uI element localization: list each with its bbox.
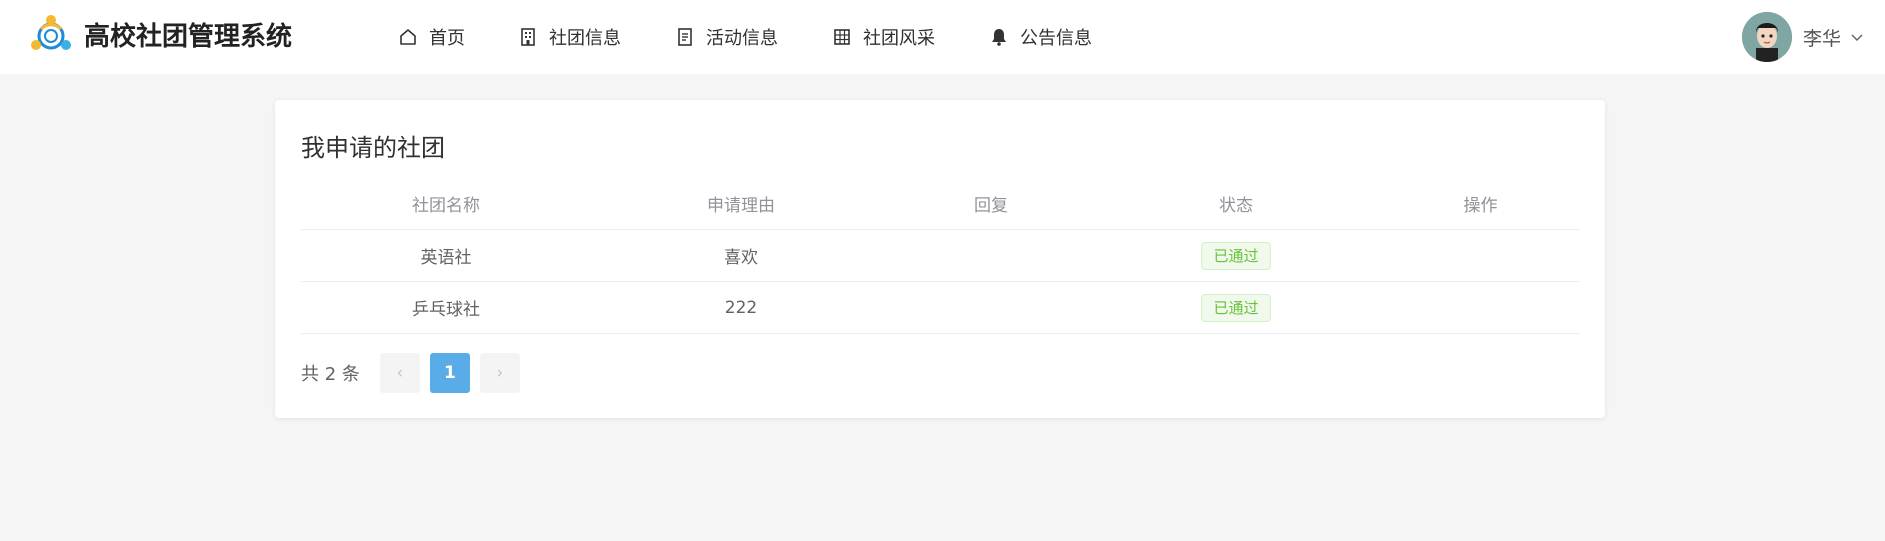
apply-reason: 222 <box>724 297 758 318</box>
club-name: 乒乓球社 <box>412 300 480 320</box>
nav-label-activities: 活动信息 <box>706 28 778 49</box>
applications-card: 我申请的社团 社团名称 申请理由 回复 状态 操作 英语社 喜欢 已通过 乒乓球… <box>275 100 1605 418</box>
nav-item-home[interactable]: 首页 <box>398 0 518 74</box>
table-header: 社团名称 申请理由 回复 状态 操作 <box>301 178 1580 230</box>
column-header: 社团名称 <box>412 196 480 216</box>
status-cell: 已通过 <box>1091 241 1381 270</box>
nav-label-gallery: 社团风采 <box>863 28 935 49</box>
column-header: 申请理由 <box>707 196 775 216</box>
grid-icon <box>832 27 852 47</box>
status-cell: 已通过 <box>1091 293 1381 322</box>
top-navbar: 高校社团管理系统 首页 社团信息 活动信息 社团风采 公告信息 李华 <box>0 0 1885 74</box>
bell-icon <box>989 27 1009 47</box>
home-icon <box>398 27 418 47</box>
main-nav: 首页 社团信息 活动信息 社团风采 公告信息 <box>398 0 1146 74</box>
applications-table: 社团名称 申请理由 回复 状态 操作 英语社 喜欢 已通过 乒乓球社 222 已… <box>301 178 1580 334</box>
nav-item-activities[interactable]: 活动信息 <box>675 0 832 74</box>
page-1-button[interactable]: 1 <box>429 353 470 393</box>
next-page-button[interactable]: › <box>479 353 520 393</box>
club-name: 英语社 <box>420 248 472 268</box>
nav-label-home: 首页 <box>429 28 465 49</box>
nav-label-clubs: 社团信息 <box>549 28 621 49</box>
status-badge: 已通过 <box>1201 293 1271 322</box>
apply-reason: 喜欢 <box>724 248 758 268</box>
table-row: 英语社 喜欢 已通过 <box>301 230 1580 282</box>
column-header: 操作 <box>1463 196 1498 216</box>
document-icon <box>675 27 695 47</box>
column-header: 状态 <box>1219 196 1253 216</box>
nav-item-notices[interactable]: 公告信息 <box>989 0 1146 74</box>
user-menu[interactable]: 李华 <box>1741 12 1865 62</box>
logo-icon[interactable] <box>30 15 72 57</box>
site-title: 高校社团管理系统 <box>84 22 293 52</box>
user-name[interactable]: 李华 <box>1803 24 1841 51</box>
chevron-down-icon[interactable] <box>1849 29 1865 45</box>
pagination: 共 2 条 ‹ 1 › <box>301 353 530 393</box>
column-header: 回复 <box>974 196 1008 216</box>
prev-page-button[interactable]: ‹ <box>379 353 420 393</box>
avatar[interactable] <box>1741 12 1792 62</box>
nav-item-gallery[interactable]: 社团风采 <box>832 0 989 74</box>
nav-label-notices: 公告信息 <box>1020 28 1092 49</box>
table-row: 乒乓球社 222 已通过 <box>301 282 1580 334</box>
total-count: 共 2 条 <box>301 364 360 385</box>
building-icon <box>518 27 538 47</box>
nav-item-clubs[interactable]: 社团信息 <box>518 0 675 74</box>
page-title: 我申请的社团 <box>301 134 445 162</box>
status-badge: 已通过 <box>1201 241 1271 270</box>
